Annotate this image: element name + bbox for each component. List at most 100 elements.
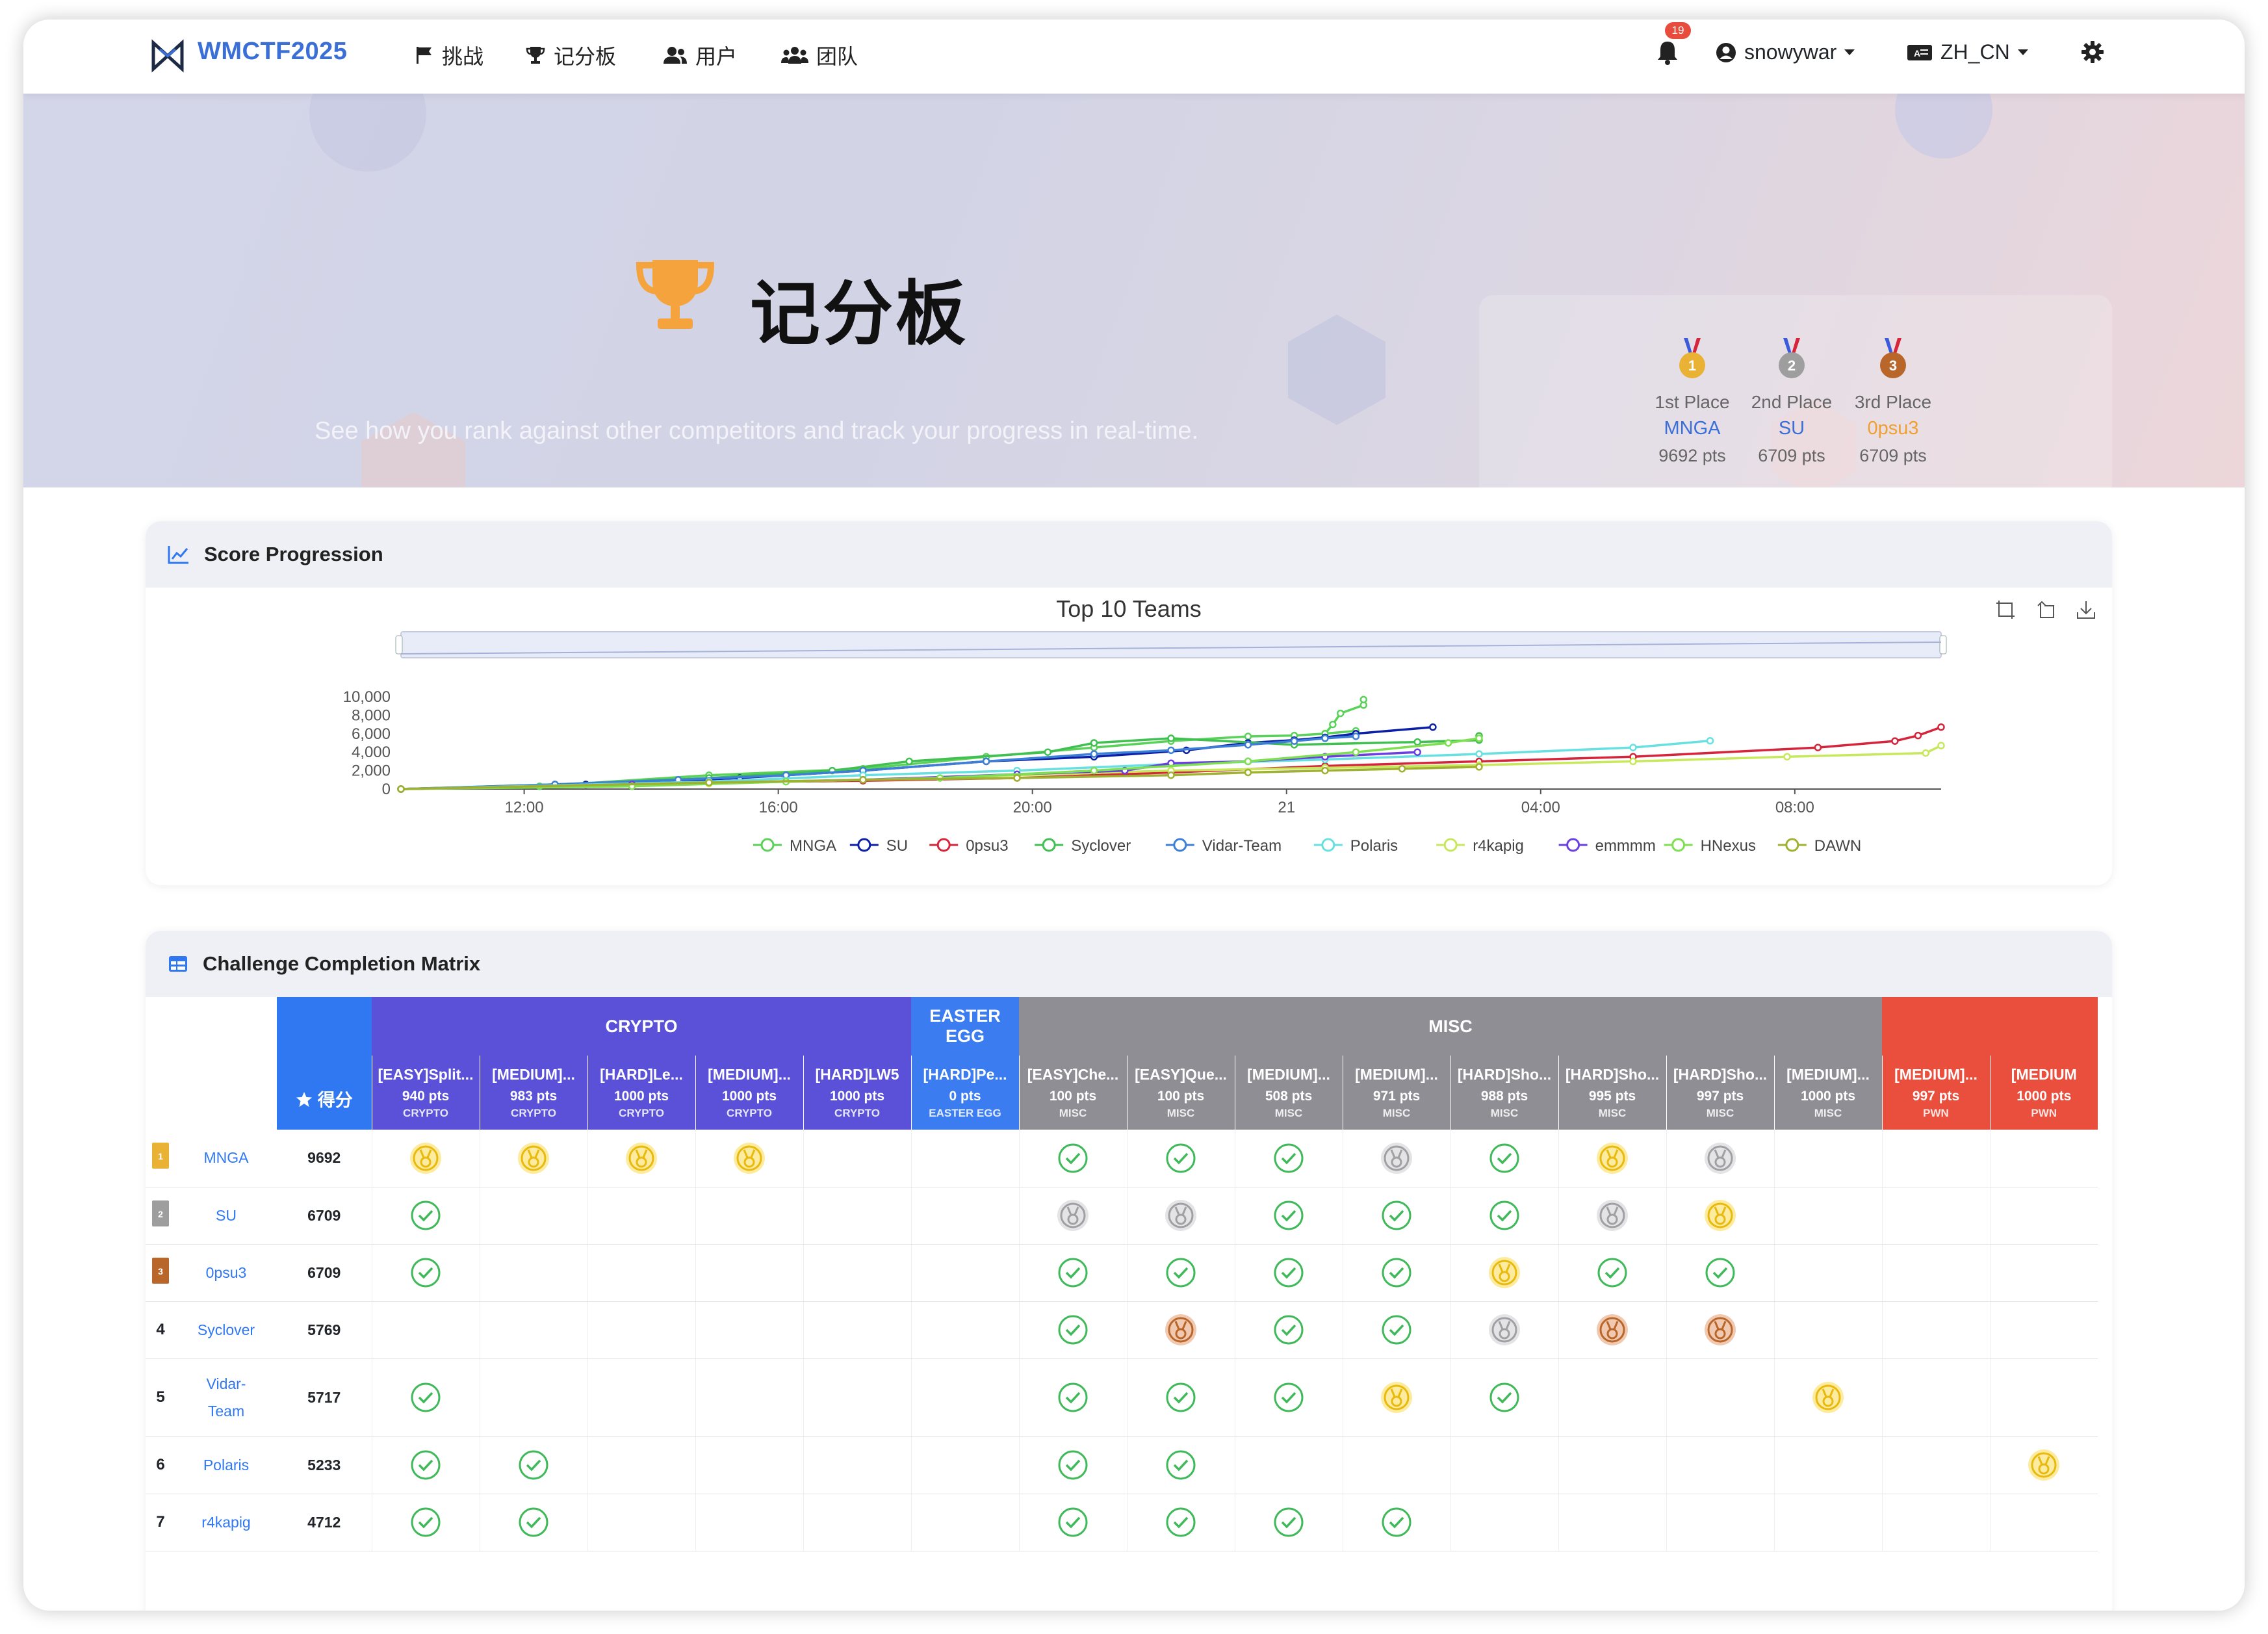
user-menu[interactable]: snowywar <box>1716 40 1855 64</box>
solve-cell[interactable] <box>1342 1358 1451 1437</box>
challenge-header[interactable]: [MEDIUM]... 971 pts MISC <box>1342 1056 1451 1130</box>
solve-cell <box>1989 1130 2098 1187</box>
nav-teams[interactable]: 团队 <box>781 40 858 70</box>
notification-bell-icon[interactable] <box>1656 39 1679 66</box>
score-header[interactable]: 得分 <box>277 997 372 1130</box>
solve-cell[interactable] <box>1234 1301 1343 1359</box>
gear-icon[interactable] <box>2081 40 2104 64</box>
team-name-link[interactable]: Polaris <box>175 1436 277 1494</box>
solve-cell[interactable] <box>1126 1494 1235 1551</box>
team-name-link[interactable]: Syclover <box>175 1301 277 1359</box>
solve-cell[interactable] <box>1342 1187 1451 1245</box>
solve-cell[interactable] <box>479 1436 587 1494</box>
solve-cell[interactable] <box>1234 1494 1343 1551</box>
solve-cell[interactable] <box>1018 1187 1128 1245</box>
solve-cell[interactable] <box>1342 1130 1451 1187</box>
challenge-header[interactable]: [MEDIUM]... 1000 pts CRYPTO <box>695 1056 803 1130</box>
nav-challenges[interactable]: 挑战 <box>415 40 483 70</box>
solve-cell[interactable] <box>1018 1358 1128 1437</box>
solve-cell[interactable] <box>479 1494 587 1551</box>
matrix-scroll-area[interactable]: 得分 CRYPTO EASTER EGG MISC [EASY]Split... 940 … <box>146 997 2112 1611</box>
solve-cell[interactable] <box>1989 1436 2098 1494</box>
solve-cell[interactable] <box>1234 1358 1343 1437</box>
team-name-link[interactable]: MNGA <box>175 1130 277 1187</box>
solve-cell[interactable] <box>1666 1187 1775 1245</box>
challenge-header[interactable]: [MEDIUM]... 508 pts MISC <box>1234 1056 1343 1130</box>
y-tick-label: 2,000 <box>352 762 391 780</box>
solve-cell[interactable] <box>587 1130 695 1187</box>
solve-cell[interactable] <box>371 1436 480 1494</box>
challenge-header[interactable]: [EASY]Che... 100 pts MISC <box>1018 1056 1128 1130</box>
solve-cell[interactable] <box>1018 1130 1128 1187</box>
logo-icon[interactable] <box>151 38 185 74</box>
solve-cell[interactable] <box>1558 1130 1667 1187</box>
solve-cell[interactable] <box>1126 1187 1235 1245</box>
solve-cell[interactable] <box>1126 1244 1235 1302</box>
solve-cell[interactable] <box>1234 1187 1343 1245</box>
solve-cell[interactable] <box>371 1494 480 1551</box>
challenge-header[interactable]: [HARD]Pe... 0 pts EASTER EGG <box>910 1056 1020 1130</box>
challenge-header[interactable]: [HARD]Le... 1000 pts CRYPTO <box>587 1056 695 1130</box>
solve-cell[interactable] <box>1773 1358 1883 1437</box>
solve-cell[interactable] <box>1234 1244 1343 1302</box>
solve-cell[interactable] <box>1450 1130 1559 1187</box>
solved-check-icon <box>1058 1258 1088 1288</box>
podium-team[interactable]: SU <box>1743 418 1840 439</box>
solve-cell[interactable] <box>1126 1301 1235 1359</box>
challenge-header[interactable]: [EASY]Split... 940 pts CRYPTO <box>371 1056 480 1130</box>
solve-cell[interactable] <box>371 1130 480 1187</box>
download-icon[interactable] <box>2076 599 2096 620</box>
solve-cell[interactable] <box>1558 1244 1667 1302</box>
zoom-reset-icon[interactable] <box>2035 599 2056 620</box>
podium-team[interactable]: MNGA <box>1643 418 1741 439</box>
first-blood-icon <box>410 1142 441 1174</box>
solve-cell[interactable] <box>1126 1358 1235 1437</box>
solve-cell[interactable] <box>479 1130 587 1187</box>
solve-cell[interactable] <box>1018 1494 1128 1551</box>
brand-name[interactable]: WMCTF2025 <box>198 38 347 66</box>
challenge-header[interactable]: [MEDIUM 1000 pts PWN <box>1989 1056 2098 1130</box>
solve-cell[interactable] <box>1450 1358 1559 1437</box>
nav-users[interactable]: 用户 <box>663 40 737 70</box>
challenge-header[interactable]: [MEDIUM]... 983 pts CRYPTO <box>479 1056 587 1130</box>
solve-cell[interactable] <box>1450 1244 1559 1302</box>
solve-cell[interactable] <box>1558 1301 1667 1359</box>
team-name-link[interactable]: 0psu3 <box>175 1244 277 1302</box>
podium-first[interactable]: 1 1st Place MNGA 9692 pts <box>1643 337 1741 466</box>
solve-cell[interactable] <box>1126 1436 1235 1494</box>
challenge-header[interactable]: [MEDIUM]... 1000 pts MISC <box>1773 1056 1883 1130</box>
solve-cell[interactable] <box>1342 1494 1451 1551</box>
solve-cell[interactable] <box>371 1358 480 1437</box>
challenge-header[interactable]: [EASY]Que... 100 pts MISC <box>1126 1056 1235 1130</box>
solve-cell[interactable] <box>371 1244 480 1302</box>
solve-cell[interactable] <box>1018 1301 1128 1359</box>
solve-cell[interactable] <box>1018 1244 1128 1302</box>
podium-team[interactable]: 0psu3 <box>1844 418 1942 439</box>
zoom-select-icon[interactable] <box>1995 599 2016 620</box>
solve-cell[interactable] <box>1342 1244 1451 1302</box>
solve-cell[interactable] <box>1666 1301 1775 1359</box>
solve-cell[interactable] <box>1450 1187 1559 1245</box>
solve-cell[interactable] <box>1234 1130 1343 1187</box>
podium-third[interactable]: 3 3rd Place 0psu3 6709 pts <box>1844 337 1942 466</box>
team-name-link[interactable]: r4kapig <box>175 1494 277 1551</box>
solve-cell[interactable] <box>1666 1244 1775 1302</box>
language-menu[interactable]: A ZH_CN <box>1907 40 2028 64</box>
podium-second[interactable]: 2 2nd Place SU 6709 pts <box>1743 337 1840 466</box>
solve-cell[interactable] <box>1126 1130 1235 1187</box>
nav-scoreboard[interactable]: 记分板 <box>525 40 616 70</box>
solve-cell[interactable] <box>1018 1436 1128 1494</box>
challenge-header[interactable]: [HARD]Sho... 995 pts MISC <box>1558 1056 1667 1130</box>
challenge-header[interactable]: [HARD]Sho... 997 pts MISC <box>1666 1056 1775 1130</box>
solve-cell[interactable] <box>1450 1301 1559 1359</box>
solve-cell[interactable] <box>695 1130 803 1187</box>
solve-cell[interactable] <box>1342 1301 1451 1359</box>
challenge-header[interactable]: [HARD]LW5 1000 pts CRYPTO <box>803 1056 912 1130</box>
team-name-link[interactable]: Vidar- Team <box>175 1358 277 1437</box>
solve-cell[interactable] <box>1666 1130 1775 1187</box>
solve-cell[interactable] <box>371 1187 480 1245</box>
challenge-header[interactable]: [HARD]Sho... 988 pts MISC <box>1450 1056 1559 1130</box>
challenge-header[interactable]: [MEDIUM]... 997 pts PWN <box>1881 1056 1991 1130</box>
solve-cell[interactable] <box>1558 1187 1667 1245</box>
team-name-link[interactable]: SU <box>175 1187 277 1245</box>
